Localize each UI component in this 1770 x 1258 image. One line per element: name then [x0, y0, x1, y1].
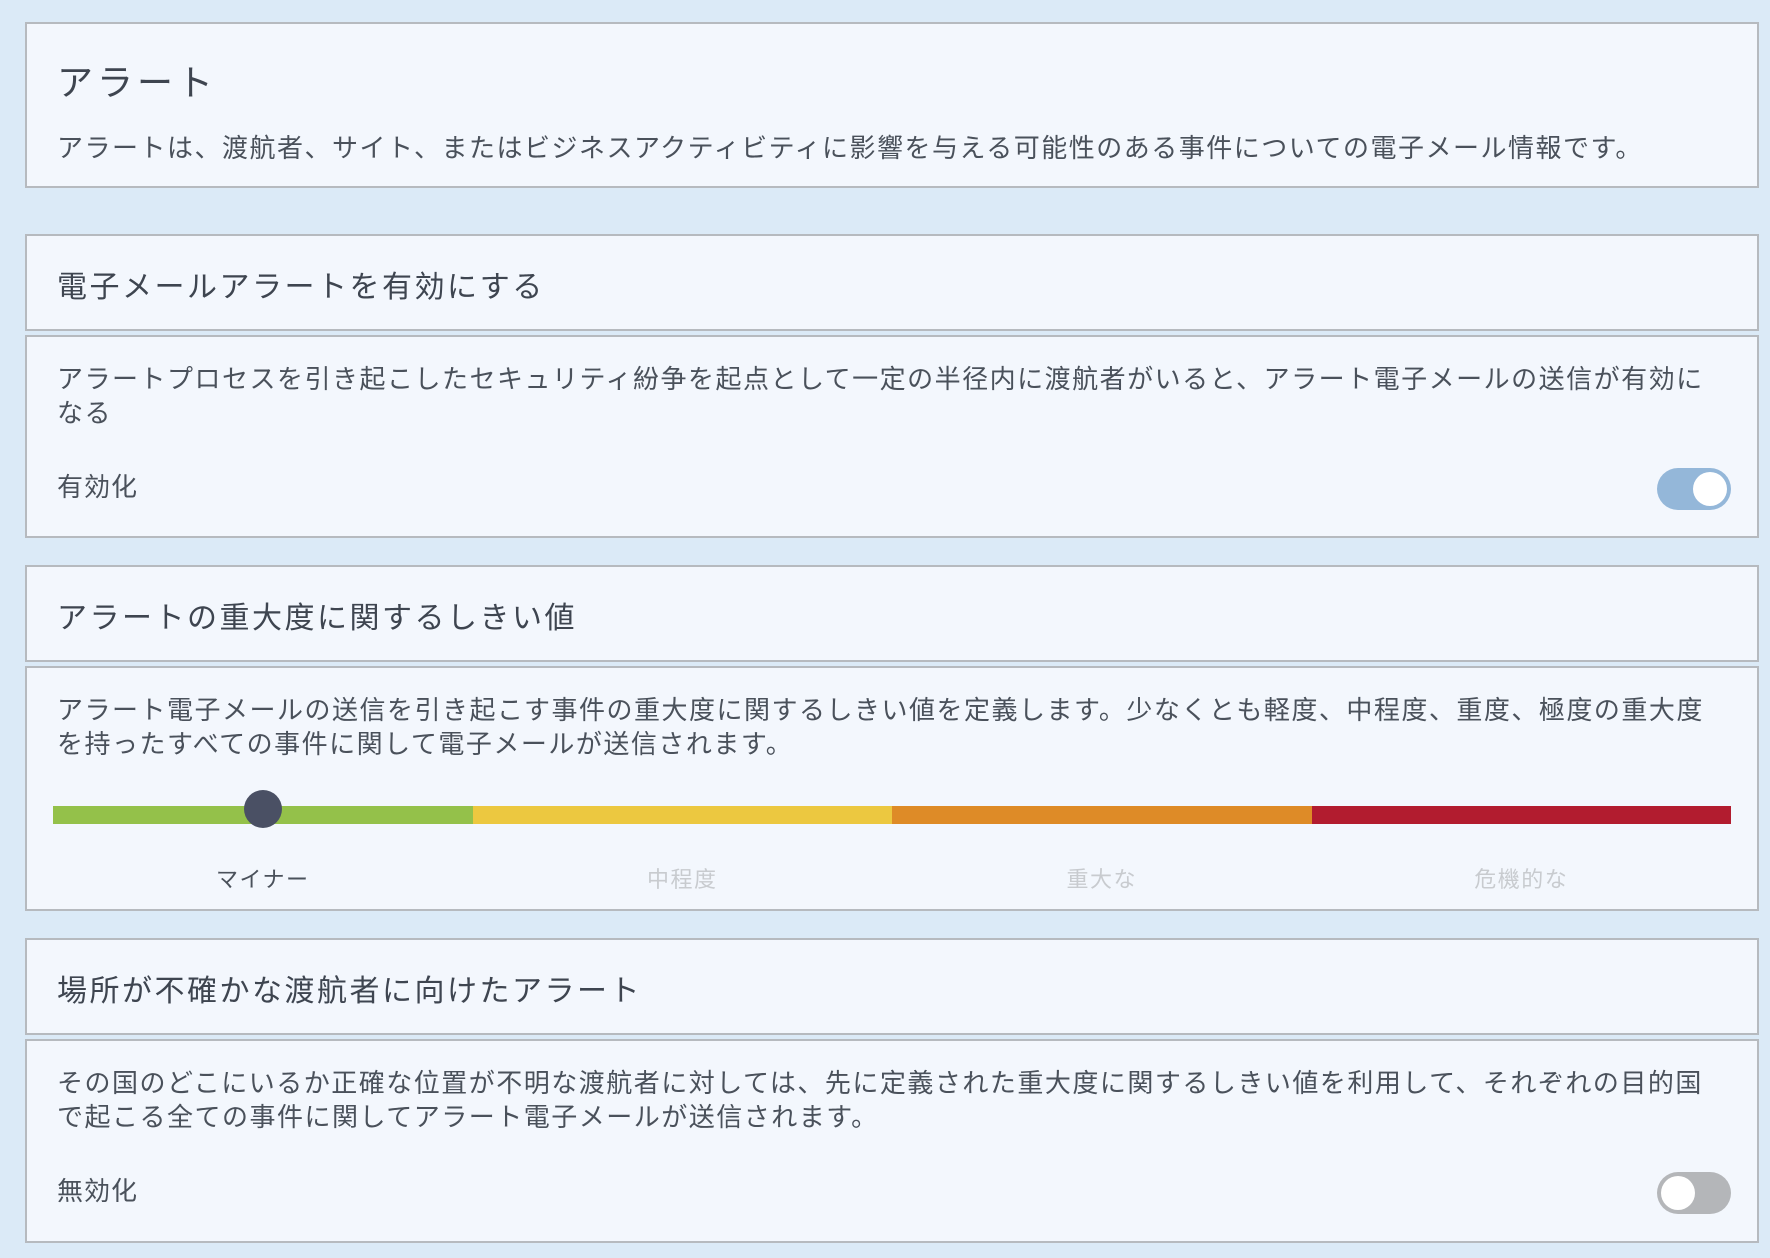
severity-slider-track[interactable]: [53, 806, 1731, 824]
severity-level-label-0[interactable]: マイナー: [53, 862, 473, 894]
email-alerts-title: 電子メールアラートを有効にする: [57, 270, 545, 305]
severity-level-labels: マイナー 中程度 重大な 危機的な: [53, 862, 1731, 894]
page-description: アラートは、渡航者、サイト、またはビジネスアクティビティに影響を与える可能性のあ…: [57, 134, 1643, 164]
severity-level-label-1[interactable]: 中程度: [473, 862, 893, 894]
uncertain-location-status-label: 無効化: [57, 1177, 139, 1207]
severity-level-label-3[interactable]: 危機的な: [1312, 862, 1732, 894]
severity-level-label-2[interactable]: 重大な: [892, 862, 1312, 894]
uncertain-location-body-panel: その国のどこにいるか正確な位置が不明な渡航者に対しては、先に定義された重大度に関…: [25, 1039, 1759, 1243]
severity-slider-thumb[interactable]: [243, 790, 282, 828]
toggle-knob: [1661, 1176, 1695, 1210]
severity-segment-1[interactable]: [472, 806, 892, 824]
page-title: アラート: [57, 63, 218, 104]
severity-slider[interactable]: マイナー 中程度 重大な 危機的な: [25, 334, 1759, 1034]
severity-segment-3[interactable]: [1311, 806, 1731, 824]
alerts-intro-panel: アラート アラートは、渡航者、サイト、またはビジネスアクティビティに影響を与える…: [25, 22, 1759, 188]
email-alerts-header-panel: 電子メールアラートを有効にする: [25, 234, 1759, 331]
uncertain-location-description: その国のどこにいるか正確な位置が不明な渡航者に対しては、先に定義された重大度に関…: [57, 1069, 1703, 1133]
uncertain-location-toggle[interactable]: [1657, 1172, 1731, 1214]
severity-segment-2[interactable]: [892, 806, 1312, 824]
